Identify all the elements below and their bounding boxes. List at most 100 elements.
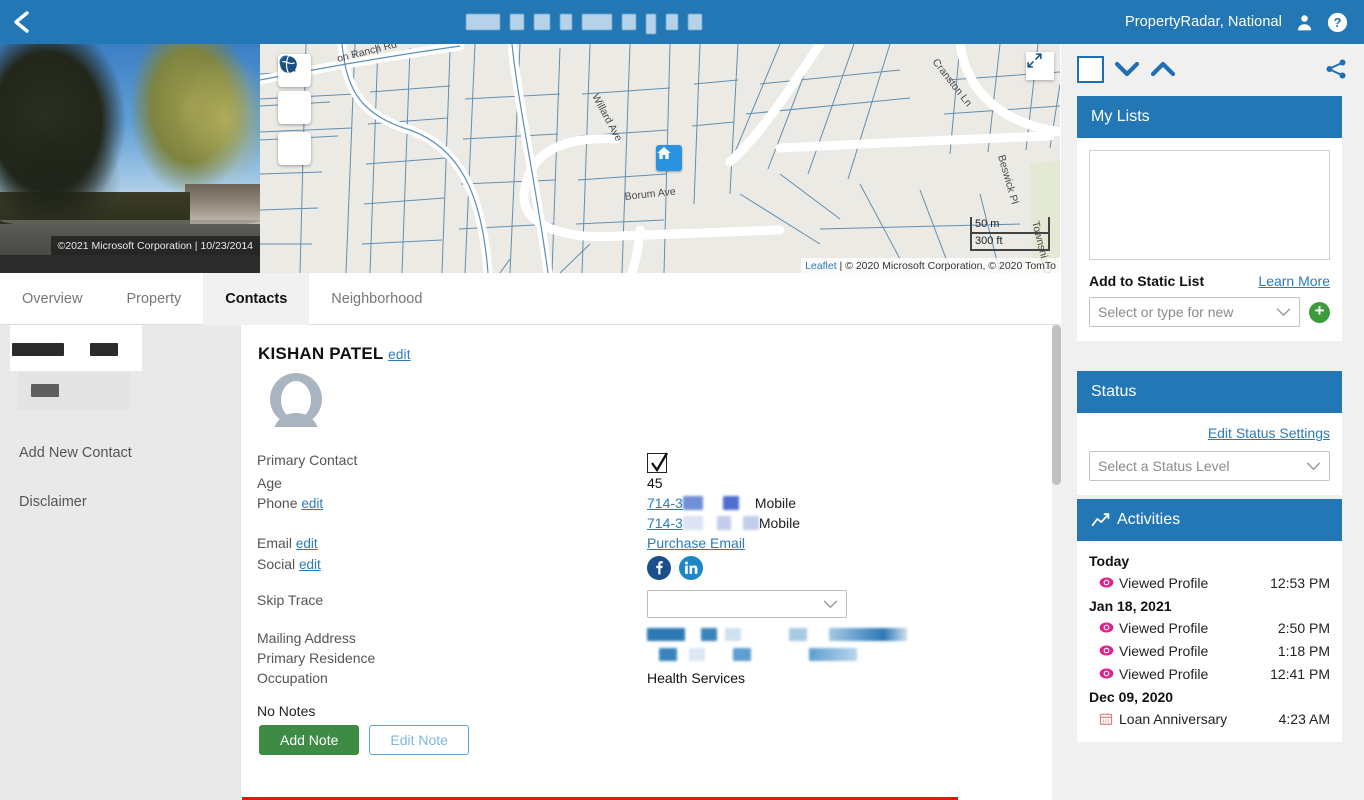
add-to-list-button[interactable]: +	[1309, 301, 1330, 323]
phone-number-1[interactable]: 714-3	[647, 493, 683, 513]
activity-item[interactable]: Viewed Profile 12:41 PM	[1089, 662, 1330, 685]
property-photo[interactable]: ©2021 Microsoft Corporation | 10/23/2014	[0, 44, 260, 273]
activity-item[interactable]: Loan Anniversary 4:23 AM	[1089, 707, 1330, 730]
activity-item[interactable]: Viewed Profile 12:53 PM	[1089, 571, 1330, 594]
tab-contacts[interactable]: Contacts	[203, 272, 310, 325]
redacted-phone-2	[682, 516, 703, 530]
previous-record-button[interactable]	[1150, 60, 1176, 78]
content-scrollbar[interactable]	[1052, 325, 1061, 800]
edit-status-settings-link[interactable]: Edit Status Settings	[1208, 425, 1330, 441]
sidebar-toolbar	[1061, 44, 1364, 94]
phone-row-2: 714-3 Mobile	[647, 513, 800, 533]
top-bar: PropertyRadar, National ?	[0, 0, 1364, 44]
add-static-list-row: Add to Static List Learn More	[1089, 273, 1330, 289]
leaflet-link[interactable]: Leaflet	[805, 260, 837, 272]
activity-name: Viewed Profile	[1119, 619, 1209, 636]
zoom-out-button[interactable]	[278, 55, 311, 124]
redacted-residence-1	[659, 648, 677, 661]
skip-trace-select[interactable]	[647, 590, 847, 618]
field-primary-residence: Primary Residence	[257, 648, 1017, 668]
home-marker-icon[interactable]	[656, 145, 682, 171]
tab-property[interactable]: Property	[104, 273, 203, 325]
contact-rail-names	[12, 343, 118, 356]
phone-row-1: 714-3 Mobile	[647, 493, 800, 513]
social-icons	[647, 556, 703, 580]
map-expand-button[interactable]	[1026, 52, 1054, 80]
expand-arrows-icon	[1027, 53, 1042, 68]
contact-name: KISHAN PATEL edit	[258, 344, 411, 364]
select-all-checkbox[interactable]	[1077, 55, 1104, 83]
activity-name: Loan Anniversary	[1119, 710, 1228, 727]
map-zoom-controls	[278, 54, 311, 169]
email-label: Email	[257, 535, 293, 551]
scrollbar-thumb[interactable]	[1052, 325, 1061, 485]
redacted-phone-1	[682, 496, 703, 510]
learn-more-link[interactable]: Learn More	[1258, 273, 1330, 289]
redacted-nav-item-1	[466, 14, 501, 30]
mailing-address-label: Mailing Address	[257, 630, 356, 646]
photo-tree-right-2	[178, 54, 260, 184]
social-label-wrap: Social edit	[257, 554, 647, 575]
phone-type-1: Mobile	[754, 495, 797, 511]
activity-time: 2:50 PM	[1277, 619, 1330, 636]
activities-title: Activities	[1117, 511, 1181, 528]
activity-item[interactable]: Viewed Profile 1:18 PM	[1089, 639, 1330, 662]
my-lists-box[interactable]	[1089, 150, 1330, 260]
static-list-select[interactable]: Select or type for new	[1089, 297, 1300, 327]
redacted-nav-item-6	[622, 14, 637, 30]
redacted-nav-item-3	[534, 14, 551, 30]
contact-rail-secondary-tab[interactable]	[18, 372, 130, 410]
activities-card: Activities Today Viewed Profile 12:53 PM Ja…	[1077, 499, 1342, 742]
tab-overview[interactable]: Overview	[0, 273, 104, 325]
redacted-residence-2	[689, 648, 705, 661]
linkedin-icon[interactable]	[679, 556, 703, 580]
field-age: Age 45	[257, 473, 1017, 493]
status-level-select[interactable]: Select a Status Level	[1089, 451, 1330, 481]
primary-contact-checkbox[interactable]	[647, 452, 668, 473]
next-record-button[interactable]	[1114, 60, 1140, 78]
map-attribution: Leaflet | © 2020 Microsoft Corporation, …	[801, 258, 1060, 273]
facebook-icon[interactable]	[647, 556, 671, 580]
share-icon	[1326, 59, 1346, 79]
tab-neighborhood[interactable]: Neighborhood	[309, 273, 444, 325]
activity-name: Viewed Profile	[1119, 665, 1209, 682]
edit-name-link[interactable]: edit	[388, 347, 411, 362]
account-label: PropertyRadar, National	[1124, 14, 1282, 30]
add-new-contact-link[interactable]: Add New Contact	[19, 445, 132, 461]
edit-phone-link[interactable]: edit	[301, 496, 323, 511]
redacted-mailing-1	[647, 628, 685, 641]
edit-email-link[interactable]: edit	[296, 536, 318, 551]
redacted-mailing-5	[829, 628, 907, 641]
checkmark-icon	[651, 452, 668, 473]
user-icon[interactable]	[1295, 13, 1314, 32]
back-button[interactable]	[0, 0, 44, 44]
top-bar-account-area: PropertyRadar, National ?	[1125, 12, 1364, 33]
phone-number-2[interactable]: 714-3	[647, 513, 683, 533]
svg-text:?: ?	[1333, 15, 1341, 30]
edit-note-button[interactable]: Edit Note	[369, 725, 469, 755]
calendar-icon	[1099, 712, 1119, 726]
edit-social-link[interactable]: edit	[299, 557, 321, 572]
help-circle-icon[interactable]: ?	[1327, 12, 1348, 33]
share-button[interactable]	[1324, 57, 1348, 81]
chevron-down-icon	[1276, 307, 1291, 316]
my-lists-card: My Lists Add to Static List Learn More S…	[1077, 96, 1342, 341]
activity-time: 12:53 PM	[1270, 574, 1330, 591]
redacted-phone-1b	[722, 496, 739, 510]
map-layers-button[interactable]	[278, 55, 311, 165]
redacted-contact-name-1	[12, 343, 64, 356]
activity-item[interactable]: Viewed Profile 2:50 PM	[1089, 616, 1330, 639]
redacted-nav-item-7	[646, 14, 657, 34]
activity-date-group: Dec 09, 2020	[1089, 689, 1174, 705]
activity-time: 1:18 PM	[1277, 642, 1330, 659]
redacted-mailing-4	[789, 628, 807, 641]
my-lists-title: My Lists	[1091, 108, 1150, 125]
purchase-email-link[interactable]: Purchase Email	[647, 533, 745, 553]
add-note-button[interactable]: Add Note	[259, 725, 360, 755]
field-skip-trace: Skip Trace	[257, 590, 1017, 618]
disclaimer-link[interactable]: Disclaimer	[19, 494, 87, 510]
redacted-mailing-2	[701, 628, 717, 641]
map-scale-bar: 50 m 300 ft	[970, 217, 1050, 251]
activity-date-group: Today	[1089, 553, 1130, 569]
property-map[interactable]: on Ranch RdWillard AveCranston LnSomer D…	[260, 44, 1060, 273]
